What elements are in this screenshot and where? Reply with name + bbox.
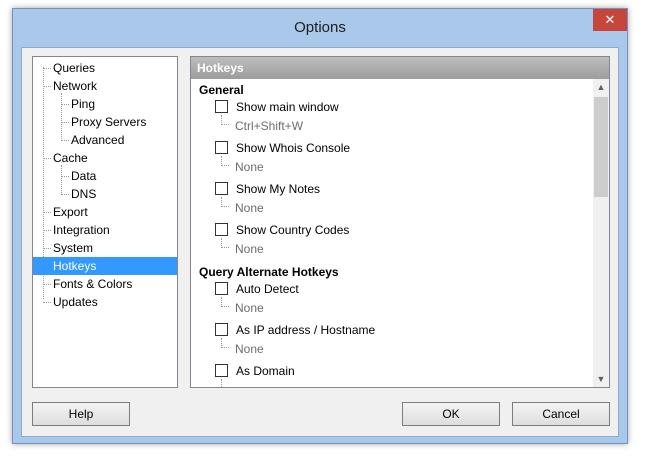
help-button[interactable]: Help: [32, 402, 130, 426]
hotkey-checkbox[interactable]: [215, 364, 228, 378]
tree-connector: [221, 379, 229, 387]
tree-item-label: Export: [53, 205, 88, 219]
tree-item-label: Proxy Servers: [71, 115, 147, 129]
panel-header: Hotkeys: [191, 57, 609, 79]
hotkey-option-label: As IP address / Hostname: [236, 323, 376, 337]
scroll-up-icon[interactable]: ▲: [593, 79, 609, 95]
tree-item-updates[interactable]: Updates: [33, 293, 102, 311]
tree-item-label: Cache: [53, 151, 88, 165]
hotkey-value[interactable]: None: [235, 160, 264, 174]
hotkey-option-label: Show My Notes: [236, 182, 321, 196]
hotkey-option[interactable]: Show main window: [215, 99, 339, 117]
hotkey-checkbox[interactable]: [215, 282, 228, 296]
hotkey-value[interactable]: None: [235, 301, 264, 315]
tree-item-export[interactable]: Export: [33, 203, 92, 221]
scrollbar-thumb[interactable]: [594, 97, 608, 197]
tree-item-label: Hotkeys: [53, 259, 97, 273]
group-title: General: [199, 83, 244, 97]
tree-item-label: Queries: [53, 61, 96, 75]
tree-item-label: Data: [71, 169, 97, 183]
tree-connector: [221, 156, 229, 166]
tree-item-ping[interactable]: Ping: [33, 95, 99, 113]
hotkey-checkbox[interactable]: [215, 223, 228, 237]
hotkey-option[interactable]: Show Whois Console: [215, 140, 350, 158]
options-dialog: Options ✕ Queries Network Ping Proxy Server…: [12, 8, 628, 444]
title-bar[interactable]: Options ✕: [13, 9, 627, 47]
tree-item-system[interactable]: System: [33, 239, 97, 257]
hotkey-value[interactable]: None: [235, 201, 264, 215]
tree-item-label: Fonts & Colors: [53, 277, 133, 291]
tree-item-fonts-colors[interactable]: Fonts & Colors: [33, 275, 136, 293]
tree-item-label: Advanced: [71, 133, 125, 147]
close-button[interactable]: ✕: [593, 9, 627, 31]
tree-connector: [221, 115, 229, 125]
ok-button[interactable]: OK: [402, 402, 500, 426]
hotkey-checkbox[interactable]: [215, 100, 228, 114]
hotkey-checkbox[interactable]: [215, 141, 228, 155]
hotkey-option-label: Auto Detect: [236, 282, 299, 296]
hotkey-checkbox[interactable]: [215, 182, 228, 196]
tree-connector: [221, 297, 229, 307]
hotkey-option-label: Show Whois Console: [236, 141, 351, 155]
tree-item-label: Integration: [53, 223, 110, 237]
tree-item-queries[interactable]: Queries: [33, 59, 99, 77]
hotkey-option-label: As Domain: [236, 364, 295, 378]
close-icon: ✕: [604, 12, 616, 27]
hotkeys-list[interactable]: General Show main window Ctrl+Shift+W Show …: [191, 79, 593, 387]
tree-item-proxy-servers[interactable]: Proxy Servers: [33, 113, 150, 131]
scroll-down-icon[interactable]: ▼: [593, 371, 609, 387]
tree-item-label: DNS: [71, 187, 97, 201]
tree-connector: [221, 197, 229, 207]
tree-connector: [221, 338, 229, 348]
cancel-button[interactable]: Cancel: [512, 402, 610, 426]
vertical-scrollbar[interactable]: ▲ ▼: [593, 79, 609, 387]
hotkey-option[interactable]: Show Country Codes: [215, 222, 349, 240]
hotkey-value[interactable]: Ctrl+Shift+W: [235, 119, 303, 133]
tree-item-data[interactable]: Data: [33, 167, 100, 185]
tree-item-advanced[interactable]: Advanced: [33, 131, 128, 149]
tree-item-network[interactable]: Network: [33, 77, 101, 95]
tree-item-label: Ping: [71, 97, 96, 111]
tree-item-label: Network: [53, 79, 98, 93]
hotkey-checkbox[interactable]: [215, 323, 228, 337]
dialog-client-area: Queries Network Ping Proxy Servers Advanced C…: [21, 47, 619, 437]
tree-item-cache[interactable]: Cache: [33, 149, 92, 167]
tree-item-hotkeys[interactable]: Hotkeys: [33, 257, 177, 275]
tree-item-dns[interactable]: DNS: [33, 185, 100, 203]
hotkey-value[interactable]: None: [235, 242, 264, 256]
hotkeys-panel: Hotkeys General Show main window Ctrl+Shif…: [190, 56, 610, 388]
hotkey-option-label: Show Country Codes: [236, 223, 350, 237]
tree-item-label: Updates: [53, 295, 98, 309]
tree-item-label: System: [53, 241, 94, 255]
hotkey-option[interactable]: As IP address / Hostname: [215, 322, 375, 340]
hotkey-option[interactable]: Show My Notes: [215, 181, 320, 199]
window-title: Options: [294, 19, 346, 36]
tree-connector: [221, 238, 229, 248]
hotkey-value[interactable]: None: [235, 342, 264, 356]
hotkey-option-label: Show main window: [236, 100, 339, 114]
category-tree[interactable]: Queries Network Ping Proxy Servers Advanced C…: [32, 56, 178, 388]
tree-item-integration[interactable]: Integration: [33, 221, 114, 239]
group-title: Query Alternate Hotkeys: [199, 265, 339, 279]
